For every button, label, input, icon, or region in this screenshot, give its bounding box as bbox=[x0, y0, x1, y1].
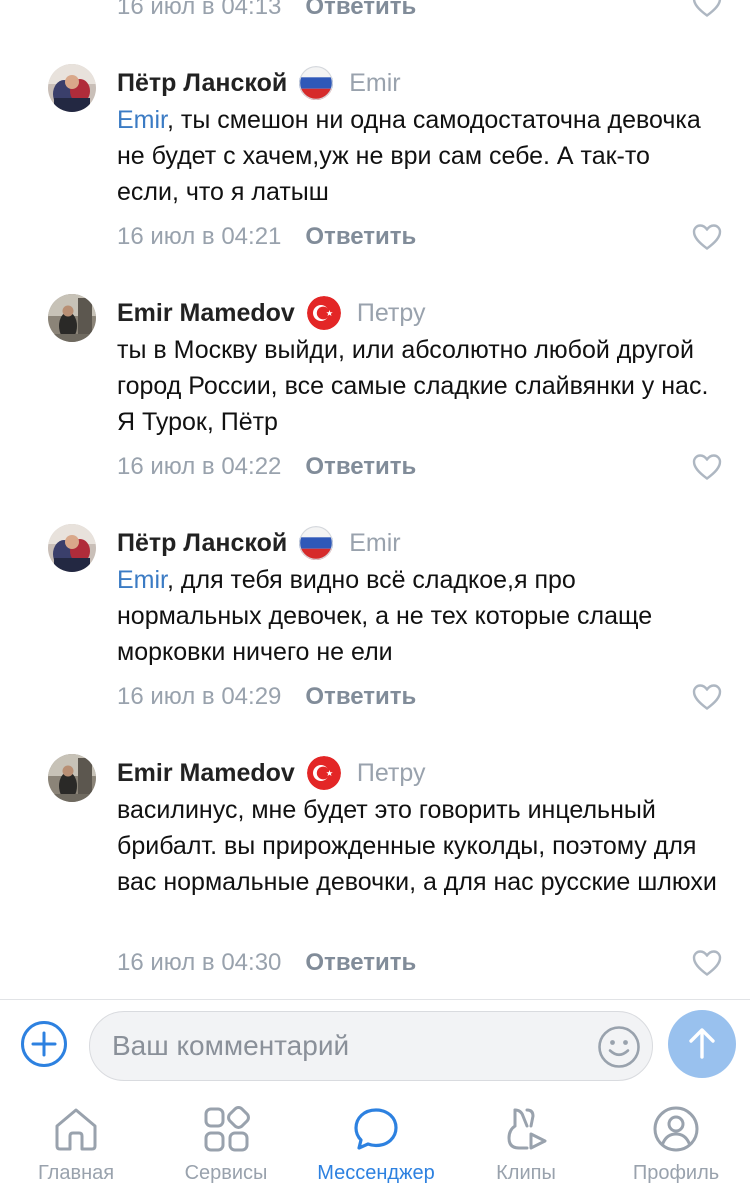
mention-link[interactable]: Emir bbox=[117, 106, 167, 134]
heart-icon[interactable] bbox=[692, 683, 722, 711]
avatar[interactable] bbox=[48, 294, 96, 342]
reply-target[interactable]: Emir bbox=[349, 529, 400, 558]
turkey-flag-icon bbox=[307, 756, 341, 790]
comment-date: 16 июл в 04:30 bbox=[117, 949, 282, 976]
comment-date: 16 июл в 04:22 bbox=[117, 453, 282, 480]
comment-date: 16 июл в 04:13 bbox=[117, 0, 282, 20]
reply-button[interactable]: Ответить bbox=[305, 453, 416, 481]
avatar[interactable] bbox=[48, 754, 96, 802]
tab-bar: Главная Сервисы Мессенджер Клипы Профиль bbox=[0, 1090, 750, 1190]
comment-header: Emir Mamedov Петру bbox=[117, 756, 425, 790]
comment-body: , для тебя видно всё сладкое,я про норма… bbox=[117, 566, 653, 666]
reply-button[interactable]: Ответить bbox=[305, 0, 416, 21]
comment-body: василинус, мне будет это говорить инцель… bbox=[117, 796, 717, 896]
avatar[interactable] bbox=[48, 64, 96, 112]
smile-icon[interactable] bbox=[597, 1025, 641, 1069]
heart-icon[interactable] bbox=[692, 223, 722, 251]
comment-date: 16 июл в 04:29 bbox=[117, 683, 282, 710]
clips-icon bbox=[507, 1108, 547, 1150]
chat-bubble-icon bbox=[354, 1108, 398, 1150]
comment-author[interactable]: Emir Mamedov bbox=[117, 759, 295, 788]
comment-header: Emir Mamedov Петру bbox=[117, 296, 425, 330]
tab-label: Мессенджер bbox=[317, 1162, 435, 1184]
russia-flag-icon bbox=[299, 66, 333, 100]
profile-icon bbox=[653, 1106, 699, 1152]
tab-profile[interactable]: Профиль bbox=[601, 1090, 750, 1190]
tab-clips[interactable]: Клипы bbox=[451, 1090, 601, 1190]
tab-label: Профиль bbox=[632, 1162, 720, 1184]
heart-icon[interactable] bbox=[692, 0, 722, 18]
comment-composer bbox=[0, 1000, 750, 1090]
comment-body: ты в Москву выйди, или абсолютно любой д… bbox=[117, 336, 709, 436]
tab-messenger[interactable]: Мессенджер bbox=[301, 1090, 451, 1190]
tab-label: Главная bbox=[37, 1162, 115, 1184]
comment-header: Пётр Ланской Emir bbox=[117, 526, 401, 560]
comment-author[interactable]: Пётр Ланской bbox=[117, 69, 287, 98]
services-icon bbox=[204, 1106, 250, 1152]
comment-meta: 16 июл в 04:30 Ответить bbox=[117, 946, 416, 980]
tab-services[interactable]: Сервисы bbox=[151, 1090, 301, 1190]
comment-meta: 16 июл в 04:21 Ответить bbox=[117, 220, 416, 254]
reply-button[interactable]: Ответить bbox=[305, 223, 416, 251]
tab-home[interactable]: Главная bbox=[1, 1090, 151, 1190]
turkey-flag-icon bbox=[307, 296, 341, 330]
tab-label: Сервисы bbox=[184, 1162, 268, 1184]
comment-body: , ты смешон ни одна самодостаточна девоч… bbox=[117, 106, 701, 206]
comment-text: Emir, для тебя видно всё сладкое,я про н… bbox=[117, 562, 717, 670]
comment-header: Пётр Ланской Emir bbox=[117, 66, 401, 100]
comment-meta: 16 июл в 04:13 Ответить bbox=[117, 0, 416, 24]
heart-icon[interactable] bbox=[692, 949, 722, 977]
send-button[interactable] bbox=[668, 1010, 736, 1078]
comments-feed[interactable]: 16 июл в 04:13 Ответить Пётр Ланской Emi… bbox=[0, 0, 750, 1000]
reply-target[interactable]: Петру bbox=[357, 299, 426, 328]
comment-input-box bbox=[89, 1011, 653, 1081]
russia-flag-icon bbox=[299, 526, 333, 560]
avatar[interactable] bbox=[48, 524, 96, 572]
reply-button[interactable]: Ответить bbox=[305, 949, 416, 977]
comment-meta: 16 июл в 04:29 Ответить bbox=[117, 680, 416, 714]
comment-text: Emir, ты смешон ни одна самодостаточна д… bbox=[117, 102, 717, 210]
reply-target[interactable]: Emir bbox=[349, 69, 400, 98]
heart-icon[interactable] bbox=[692, 453, 722, 481]
mention-link[interactable]: Emir bbox=[117, 566, 167, 594]
comment-author[interactable]: Emir Mamedov bbox=[117, 299, 295, 328]
reply-button[interactable]: Ответить bbox=[305, 683, 416, 711]
reply-target[interactable]: Петру bbox=[357, 759, 426, 788]
comment-input[interactable] bbox=[112, 1012, 582, 1080]
comment-text: ты в Москву выйди, или абсолютно любой д… bbox=[117, 332, 717, 440]
comment-author[interactable]: Пётр Ланской bbox=[117, 529, 287, 558]
comment-text: василинус, мне будет это говорить инцель… bbox=[117, 792, 717, 900]
tab-label: Клипы bbox=[496, 1162, 556, 1184]
comment-meta: 16 июл в 04:22 Ответить bbox=[117, 450, 416, 484]
plus-circle-icon[interactable] bbox=[20, 1020, 68, 1068]
home-icon bbox=[55, 1108, 97, 1151]
comment-date: 16 июл в 04:21 bbox=[117, 223, 282, 250]
arrow-up-icon bbox=[689, 1028, 715, 1059]
